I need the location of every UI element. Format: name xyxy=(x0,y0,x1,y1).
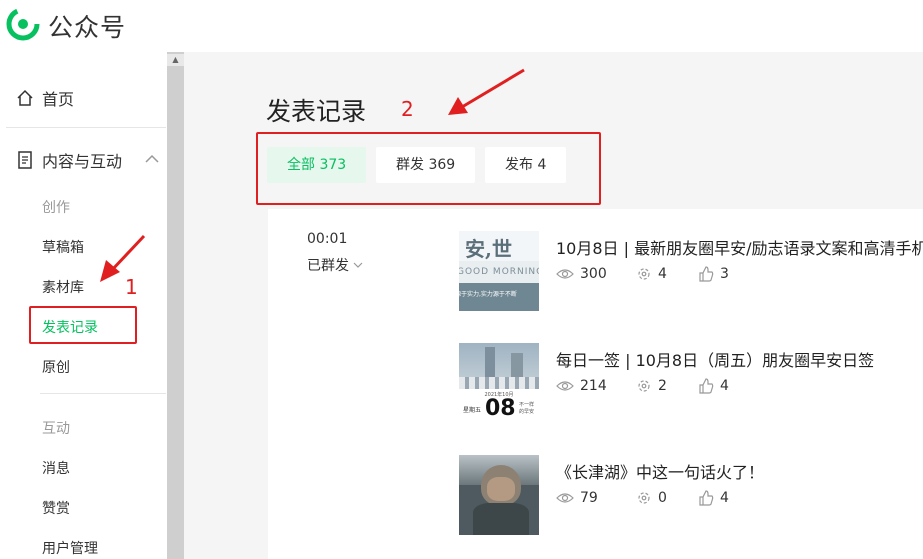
annotation-arrows xyxy=(100,68,525,282)
annotation-arrow-2-icon xyxy=(448,68,525,115)
annotation-arrow-1-icon xyxy=(100,234,146,282)
